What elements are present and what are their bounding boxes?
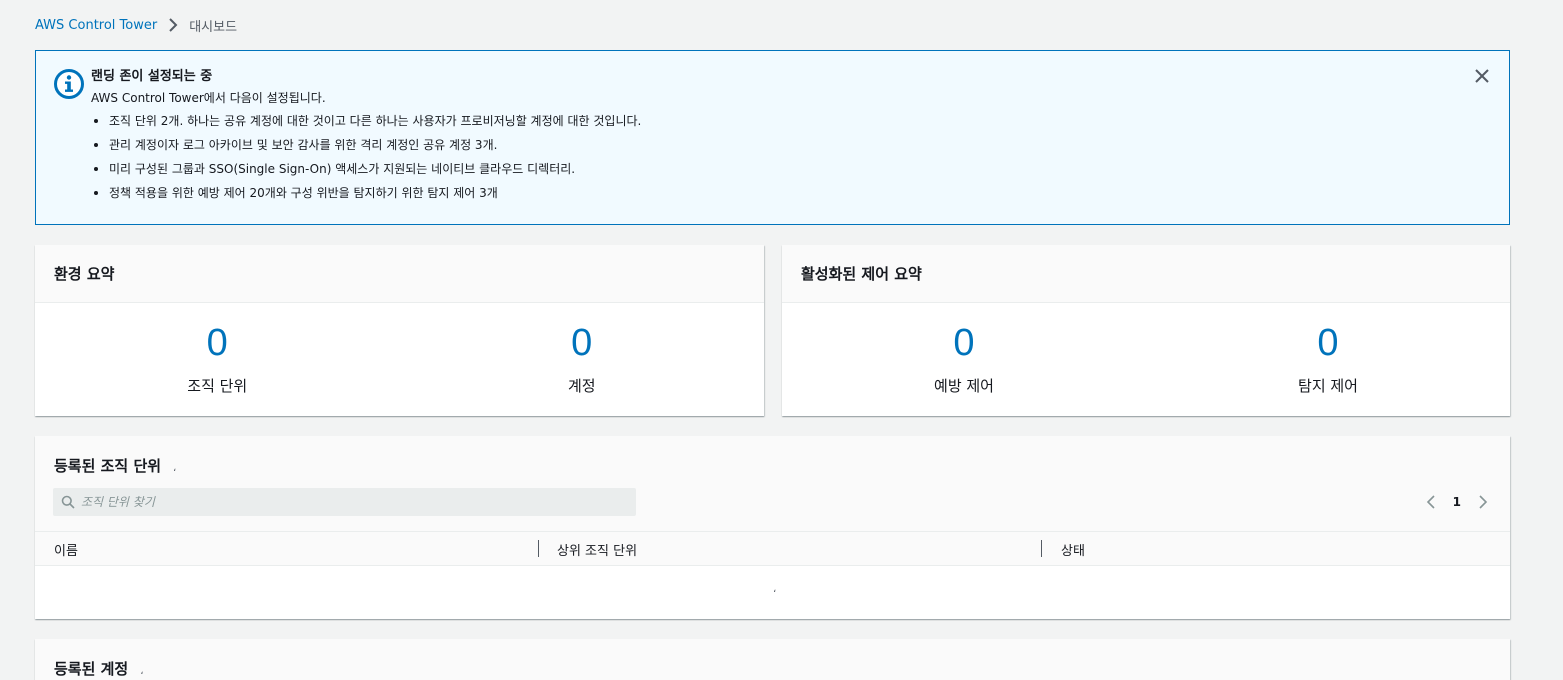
registered-accounts-header: 등록된 계정 ،	[35, 639, 1510, 680]
column-parent-ou[interactable]: 상위 조직 단위	[557, 532, 637, 567]
controls-summary-title: 활성화된 제어 요약	[801, 265, 922, 283]
table-empty-row: ،	[35, 566, 1510, 618]
page-number[interactable]: 1	[1453, 495, 1461, 509]
ou-search-input[interactable]	[81, 495, 621, 509]
stat-accounts: 0 계정	[400, 303, 765, 415]
pagination: 1	[1424, 491, 1490, 513]
registered-ou-header: 등록된 조직 단위 ، 1	[35, 436, 1510, 531]
column-status[interactable]: 상태	[1061, 532, 1085, 567]
flash-list-item: 정책 적용을 위한 예방 제어 20개와 구성 위반을 탐지하기 위한 탐지 제…	[91, 185, 641, 209]
environment-summary-card: 환경 요약 0 조직 단위 0 계정	[35, 245, 764, 416]
table-column-header: 이름 상위 조직 단위 상태	[35, 531, 1510, 566]
chevron-right-icon	[169, 18, 178, 32]
info-icon	[54, 69, 84, 99]
breadcrumb: AWS Control Tower 대시보드	[35, 15, 237, 35]
stat-ou: 0 조직 단위	[35, 303, 400, 415]
environment-summary-title: 환경 요약	[54, 265, 115, 283]
flash-title: 랜딩 존이 설정되는 중	[91, 69, 213, 84]
controls-summary-header: 활성화된 제어 요약	[782, 245, 1510, 303]
environment-summary-header: 환경 요약	[35, 245, 764, 303]
stat-detective: 0 탐지 제어	[1146, 303, 1510, 415]
controls-summary-card: 활성화된 제어 요약 0 예방 제어 0 탐지 제어	[782, 245, 1510, 416]
chevron-left-icon[interactable]	[1424, 494, 1440, 510]
registered-accounts-title-text: 등록된 계정	[54, 660, 129, 678]
registered-accounts-title: 등록된 계정 ،	[54, 658, 143, 679]
flash-intro: AWS Control Tower에서 다음이 설정됩니다.	[91, 91, 326, 105]
stat-preventive: 0 예방 제어	[782, 303, 1146, 415]
environment-stats: 0 조직 단위 0 계정	[35, 303, 764, 415]
loading-mark: ،	[773, 584, 777, 595]
flash-list-item: 조직 단위 2개. 하나는 공유 계정에 대한 것이고 다른 하나는 사용자가 …	[91, 113, 641, 137]
column-name[interactable]: 이름	[54, 532, 78, 567]
chevron-right-icon[interactable]	[1474, 494, 1490, 510]
flash-list: 조직 단위 2개. 하나는 공유 계정에 대한 것이고 다른 하나는 사용자가 …	[91, 113, 641, 209]
stat-preventive-label: 예방 제어	[934, 377, 994, 395]
registered-accounts-table: 등록된 계정 ،	[35, 639, 1510, 680]
stat-accounts-value[interactable]: 0	[400, 321, 765, 365]
stat-detective-label: 탐지 제어	[1298, 377, 1358, 395]
stat-preventive-value[interactable]: 0	[782, 321, 1146, 365]
stat-accounts-label: 계정	[567, 377, 596, 395]
registered-ou-title: 등록된 조직 단위 ،	[54, 455, 176, 476]
column-divider[interactable]	[538, 540, 539, 557]
flash-list-item: 미리 구성된 그룹과 SSO(Single Sign-On) 액세스가 지원되는…	[91, 161, 641, 185]
search-icon	[61, 495, 75, 509]
loading-mark: ،	[173, 463, 177, 474]
loading-mark: ،	[140, 666, 144, 677]
stat-ou-value[interactable]: 0	[35, 321, 400, 365]
close-icon[interactable]	[1473, 67, 1491, 85]
column-divider[interactable]	[1041, 540, 1042, 557]
breadcrumb-root-link[interactable]: AWS Control Tower	[35, 18, 157, 33]
breadcrumb-current: 대시보드	[189, 19, 238, 35]
stat-detective-value[interactable]: 0	[1146, 321, 1510, 365]
stat-ou-label: 조직 단위	[187, 377, 248, 395]
registered-ou-title-text: 등록된 조직 단위	[54, 457, 162, 475]
flash-list-item: 관리 계정이자 로그 아카이브 및 보안 감사를 위한 격리 계정인 공유 계정…	[91, 137, 641, 161]
ou-search	[53, 488, 636, 516]
controls-stats: 0 예방 제어 0 탐지 제어	[782, 303, 1510, 415]
registered-ou-table: 등록된 조직 단위، 1 이름 상위 조직	[35, 436, 1510, 619]
info-flash: 랜딩 존이 설정되는 중 AWS Control Tower에서 다음이 설정됩…	[35, 50, 1510, 225]
